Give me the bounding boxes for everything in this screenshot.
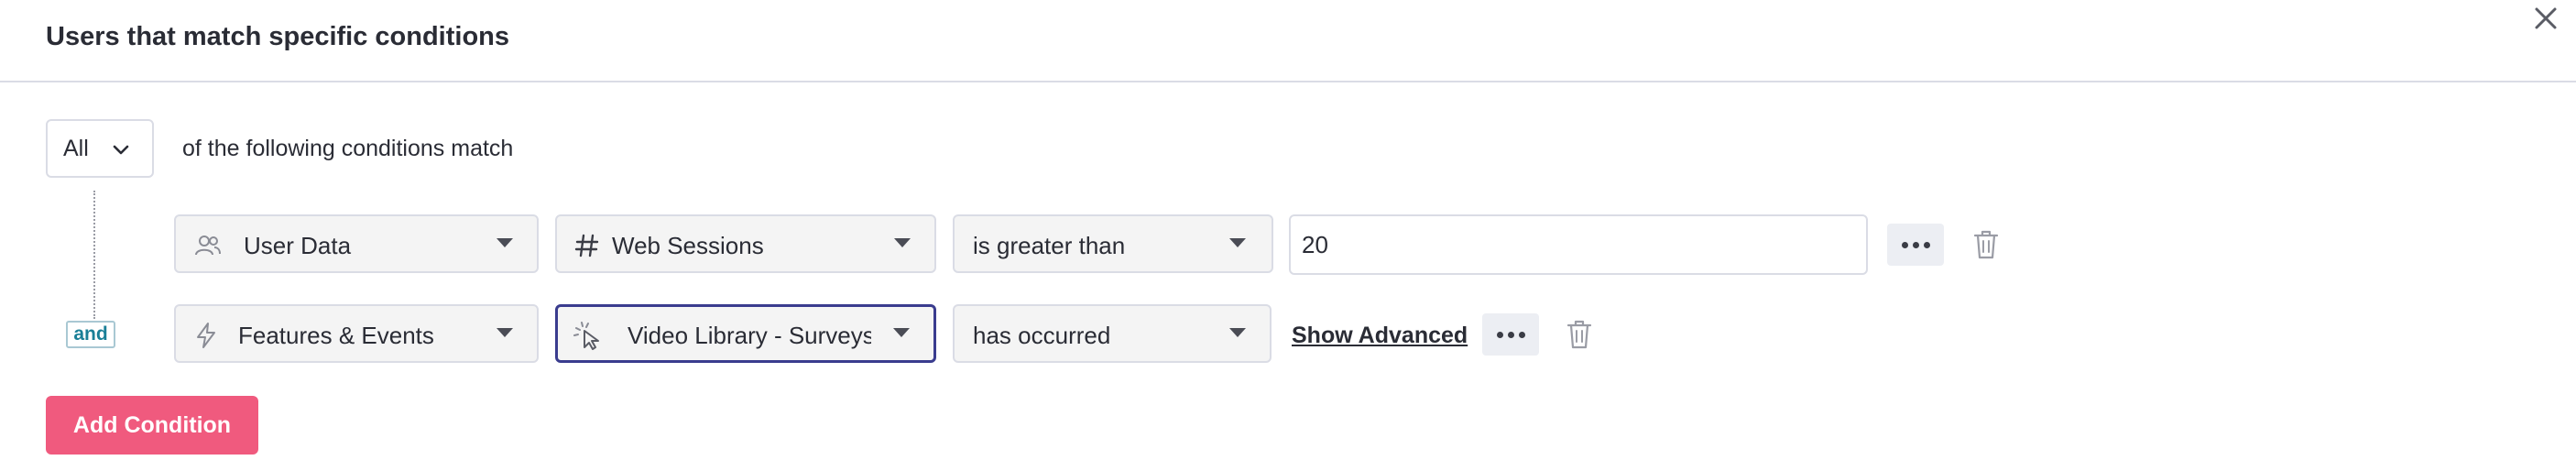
add-condition-button[interactable]: Add Condition — [46, 396, 258, 455]
condition-1-operator-dropdown[interactable]: is greater than — [953, 214, 1273, 273]
condition-1-operator-label: is greater than — [973, 232, 1126, 259]
match-logic-select[interactable]: All — [46, 119, 154, 178]
modal-title: Users that match specific conditions — [46, 22, 510, 51]
more-icon — [1901, 241, 1908, 248]
show-advanced-link[interactable]: Show Advanced — [1292, 321, 1468, 350]
hash-icon — [573, 232, 601, 259]
caret-down-icon — [497, 328, 513, 337]
match-logic-caption: of the following conditions match — [182, 136, 514, 161]
condition-1-field-dropdown[interactable]: Web Sessions — [555, 214, 936, 273]
trash-icon — [1973, 230, 1999, 259]
condition-1-value-input[interactable] — [1289, 214, 1868, 275]
caret-down-icon — [893, 328, 910, 337]
condition-1-delete-button[interactable] — [1970, 227, 2002, 262]
condition-2-delete-button[interactable] — [1564, 317, 1595, 352]
caret-down-icon — [1229, 328, 1246, 337]
caret-down-icon — [1229, 238, 1246, 247]
caret-down-icon — [497, 238, 513, 247]
trash-icon — [1566, 320, 1592, 349]
and-badge: and — [66, 321, 115, 348]
condition-1-source-label: User Data — [244, 232, 352, 259]
chevron-down-icon — [113, 145, 129, 155]
lightning-icon — [192, 322, 220, 349]
condition-1-source-dropdown[interactable]: User Data — [174, 214, 539, 273]
condition-2-more-button[interactable] — [1482, 313, 1539, 356]
click-cursor-icon — [573, 322, 613, 350]
condition-connector — [93, 191, 95, 319]
condition-2-operator-dropdown[interactable]: has occurred — [953, 304, 1272, 363]
condition-1-field-label: Web Sessions — [612, 232, 764, 259]
match-logic-value: All — [63, 135, 89, 161]
close-icon — [2535, 7, 2557, 29]
more-icon — [1496, 331, 1503, 338]
condition-2-field-label: Video Library - Surveys — [628, 322, 871, 349]
users-icon — [194, 232, 222, 259]
close-button[interactable] — [2531, 4, 2560, 33]
condition-2-operator-label: has occurred — [973, 322, 1111, 349]
condition-1-more-button[interactable] — [1887, 224, 1944, 266]
condition-2-source-dropdown[interactable]: Features & Events — [174, 304, 539, 363]
caret-down-icon — [894, 238, 911, 247]
header-divider — [0, 81, 2576, 82]
condition-2-source-label: Features & Events — [238, 322, 434, 349]
condition-2-field-dropdown[interactable]: Video Library - Surveys — [555, 304, 936, 363]
